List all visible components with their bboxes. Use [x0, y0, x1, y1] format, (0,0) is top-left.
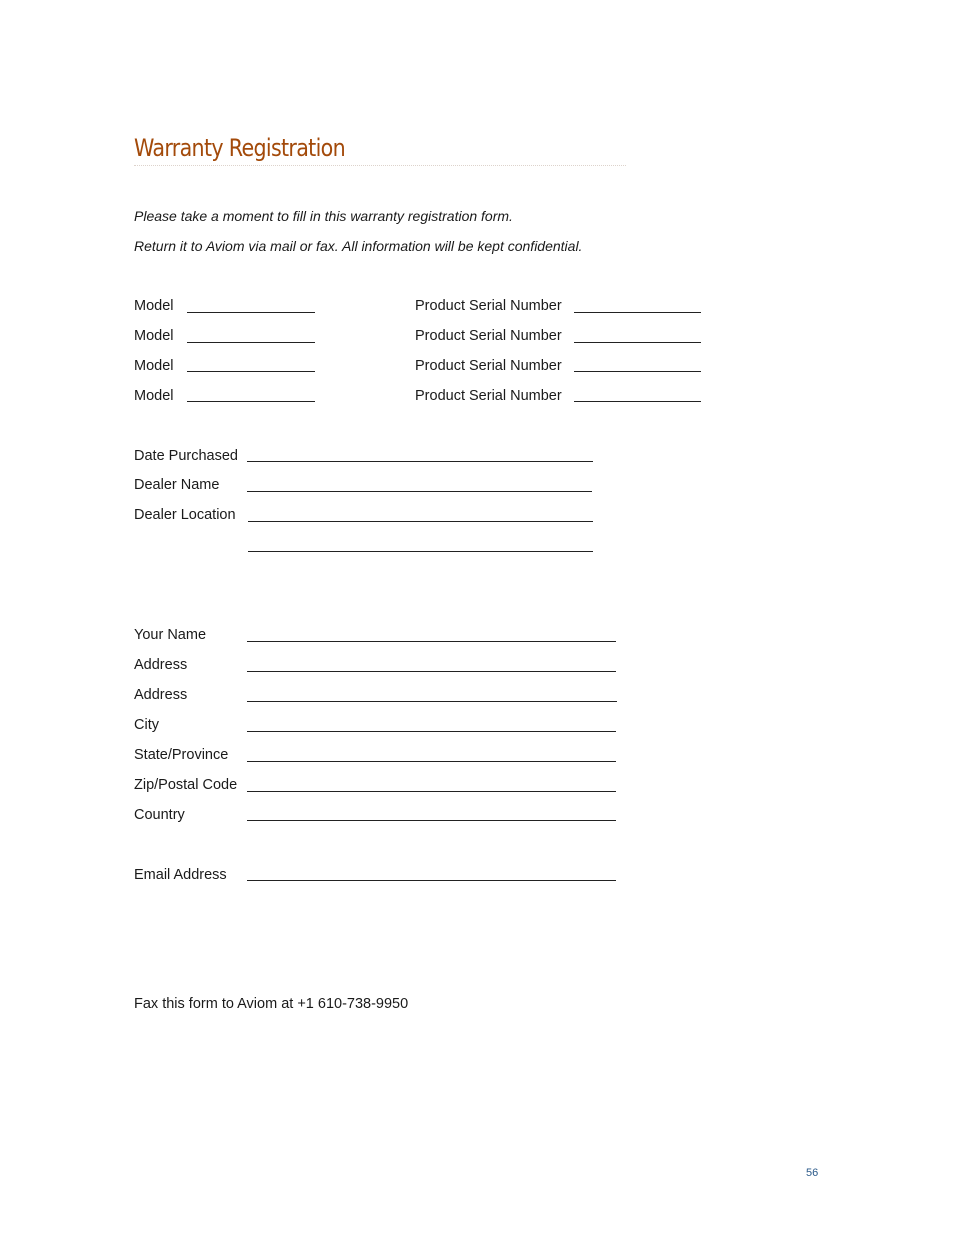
page-title: Warranty Registration [134, 134, 346, 162]
dealer-location-label: Dealer Location [134, 507, 236, 523]
fax-instructions: Fax this form to Aviom at +1 610-738-995… [134, 996, 409, 1012]
country-label: Country [134, 807, 185, 823]
email-field[interactable] [247, 880, 616, 881]
model-field[interactable] [187, 401, 315, 402]
intro-line-1: Please take a moment to fill in this war… [134, 208, 513, 224]
intro-line-2: Return it to Aviom via mail or fax. All … [134, 238, 583, 254]
state-province-field[interactable] [247, 761, 616, 762]
model-label: Model [134, 328, 174, 344]
page-number: 56 [806, 1167, 819, 1179]
your-name-label: Your Name [134, 627, 207, 643]
zip-code-label: Zip/Postal Code [134, 777, 238, 793]
serial-label: Product Serial Number [415, 358, 562, 374]
email-label: Email Address [134, 867, 227, 883]
dealer-name-label: Dealer Name [134, 477, 220, 493]
date-purchased-field[interactable] [247, 461, 593, 462]
your-name-field[interactable] [247, 641, 616, 642]
model-field[interactable] [187, 371, 315, 372]
dealer-location-field-line-2[interactable] [248, 551, 593, 552]
serial-field[interactable] [574, 312, 701, 313]
city-field[interactable] [247, 731, 616, 732]
model-field[interactable] [187, 342, 315, 343]
state-province-label: State/Province [134, 747, 229, 763]
serial-label: Product Serial Number [415, 298, 562, 314]
dealer-location-field[interactable] [248, 521, 593, 522]
date-purchased-label: Date Purchased [134, 448, 238, 464]
serial-field[interactable] [574, 342, 701, 343]
model-label: Model [134, 298, 174, 314]
model-field[interactable] [187, 312, 315, 313]
zip-code-field[interactable] [247, 791, 616, 792]
dealer-name-field[interactable] [247, 491, 592, 492]
serial-field[interactable] [574, 401, 701, 402]
address-2-label: Address [134, 687, 188, 703]
city-label: City [134, 717, 159, 733]
model-label: Model [134, 388, 174, 404]
serial-field[interactable] [574, 371, 701, 372]
country-field[interactable] [247, 820, 616, 821]
address-field[interactable] [247, 671, 616, 672]
title-divider [134, 165, 626, 166]
serial-label: Product Serial Number [415, 388, 562, 404]
model-label: Model [134, 358, 174, 374]
address-label: Address [134, 657, 188, 673]
serial-label: Product Serial Number [415, 328, 562, 344]
address-2-field[interactable] [247, 701, 617, 702]
